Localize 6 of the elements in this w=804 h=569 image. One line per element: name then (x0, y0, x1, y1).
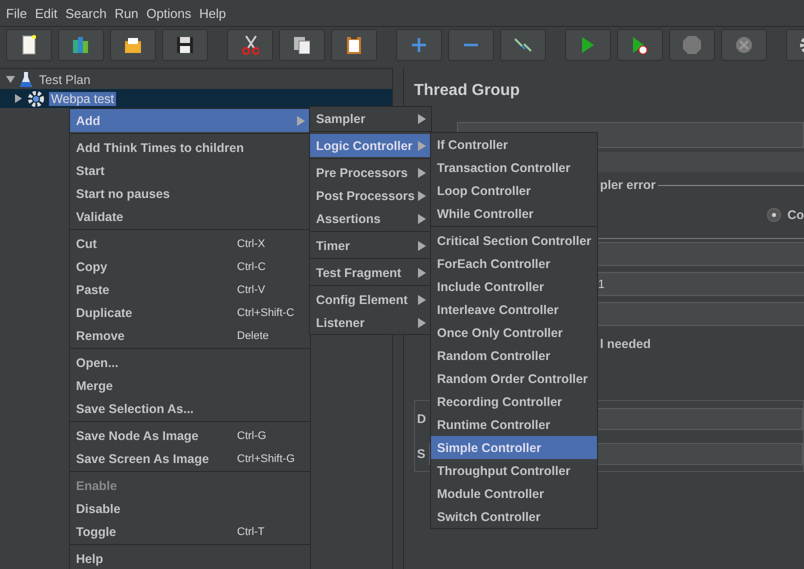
field-label: S (417, 446, 426, 460)
panel-title: Thread Group (414, 82, 521, 101)
field-label: D (417, 412, 426, 426)
section-legend: pler error (600, 178, 656, 192)
radio-label: Co (787, 208, 804, 222)
checkbox-label: l needed (600, 337, 651, 351)
